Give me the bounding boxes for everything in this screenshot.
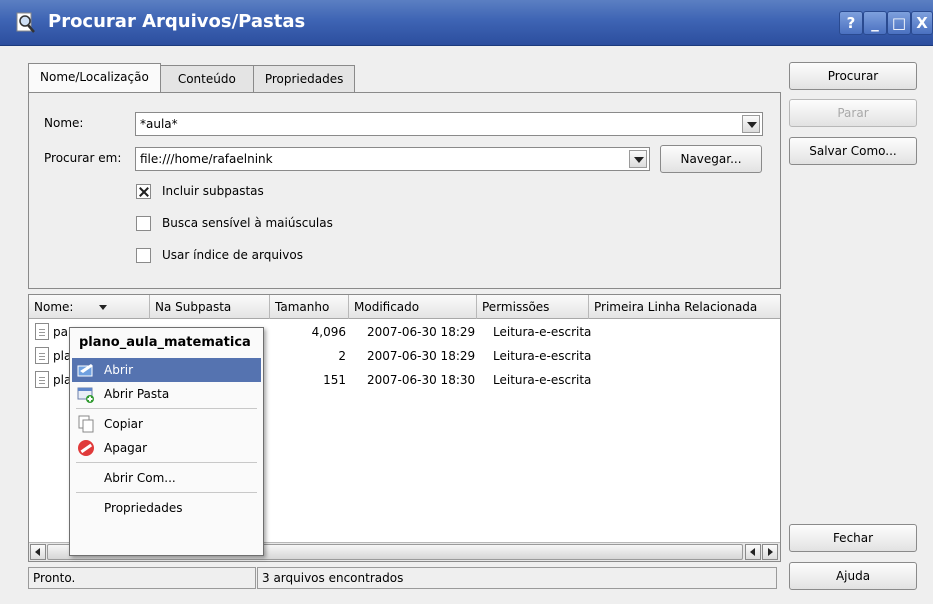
file-icon — [35, 347, 49, 364]
file-icon — [35, 323, 49, 340]
name-location-panel: Nome: *aula* Procurar em: file:///home/r… — [28, 92, 781, 289]
row-size: 2 — [338, 349, 346, 363]
column-header-name[interactable]: Nome: — [29, 295, 150, 319]
results-count: 3 arquivos encontrados — [257, 567, 777, 589]
name-combobox[interactable]: *aula* — [135, 112, 763, 136]
menu-item-open-folder[interactable]: Abrir Pasta — [72, 382, 261, 406]
copy-icon — [78, 415, 94, 433]
help-titlebar-button[interactable]: ? — [839, 11, 863, 35]
context-menu: plano_aula_matematica Abrir Abrir Pasta … — [69, 327, 264, 556]
browse-button[interactable]: Navegar... — [660, 145, 762, 173]
row-permissions: Leitura-e-escrita — [493, 349, 592, 363]
search-in-combobox[interactable]: file:///home/rafaelnink — [135, 147, 650, 171]
window-title: Procurar Arquivos/Pastas — [48, 11, 306, 32]
arrow-left-icon — [35, 548, 40, 556]
save-as-button[interactable]: Salvar Como... — [789, 137, 917, 165]
close-button[interactable]: Fechar — [789, 524, 917, 552]
delete-icon — [78, 440, 94, 456]
include-subfolders-checkbox[interactable] — [136, 184, 151, 199]
tab-name-location[interactable]: Nome/Localização — [28, 63, 161, 93]
scroll-left-button-2[interactable] — [745, 544, 761, 560]
status-text: Pronto. — [28, 567, 256, 589]
tab-content[interactable]: Conteúdo — [159, 65, 254, 93]
row-size: 151 — [323, 373, 346, 387]
menu-separator — [76, 462, 257, 463]
search-in-value: file:///home/rafaelnink — [140, 152, 273, 166]
find-files-window: Procurar Arquivos/Pastas ? _ □ X Nome/Lo… — [0, 0, 933, 604]
menu-separator — [76, 492, 257, 493]
open-icon — [77, 364, 93, 377]
context-menu-title: plano_aula_matematica — [79, 335, 251, 350]
column-header-modified[interactable]: Modificado — [349, 295, 477, 319]
name-value: *aula* — [140, 117, 178, 131]
tab-bar: Nome/Localização Conteúdo Propriedades — [28, 63, 356, 93]
arrow-left-icon — [750, 548, 755, 556]
arrow-right-icon — [768, 548, 773, 556]
menu-item-properties[interactable]: Propriedades — [72, 496, 261, 520]
row-permissions: Leitura-e-escrita — [493, 325, 592, 339]
include-subfolders-label: Incluir subpastas — [162, 184, 264, 198]
menu-item-delete[interactable]: Apagar — [72, 436, 261, 460]
tab-properties[interactable]: Propriedades — [252, 65, 356, 93]
use-file-index-checkbox[interactable] — [136, 248, 151, 263]
search-button[interactable]: Procurar — [789, 62, 917, 90]
name-label: Nome: — [44, 116, 84, 130]
row-modified: 2007-06-30 18:29 — [367, 325, 476, 339]
folder-add-icon — [77, 387, 94, 403]
scroll-left-button[interactable] — [30, 544, 46, 560]
row-permissions: Leitura-e-escrita — [493, 373, 592, 387]
use-file-index-label: Usar índice de arquivos — [162, 248, 303, 262]
row-name: pa — [53, 325, 68, 339]
row-size: 4,096 — [311, 325, 346, 339]
menu-item-copy[interactable]: Copiar — [72, 412, 261, 436]
column-header-permissions[interactable]: Permissões — [477, 295, 589, 319]
menu-item-open-with[interactable]: Abrir Com... — [72, 466, 261, 490]
magnifier-icon — [16, 12, 35, 33]
column-header-first-line[interactable]: Primeira Linha Relacionada — [589, 295, 780, 319]
stop-button: Parar — [789, 99, 917, 127]
chevron-down-icon[interactable] — [629, 150, 647, 168]
case-sensitive-checkbox[interactable] — [136, 216, 151, 231]
case-sensitive-label: Busca sensível à maiúsculas — [162, 216, 333, 230]
help-button[interactable]: Ajuda — [789, 562, 917, 590]
search-in-label: Procurar em: — [44, 151, 122, 165]
column-header-subfolder[interactable]: Na Subpasta — [150, 295, 270, 319]
row-modified: 2007-06-30 18:29 — [367, 349, 476, 363]
title-bar[interactable]: Procurar Arquivos/Pastas ? _ □ X — [0, 0, 933, 46]
menu-item-open[interactable]: Abrir — [72, 358, 261, 382]
close-window-button[interactable]: X — [911, 11, 933, 35]
results-header: Nome: Na Subpasta Tamanho Modificado Per… — [29, 295, 780, 319]
maximize-button[interactable]: □ — [887, 11, 911, 35]
chevron-down-icon[interactable] — [742, 115, 760, 133]
column-header-size[interactable]: Tamanho — [270, 295, 349, 319]
file-icon — [35, 371, 49, 388]
minimize-button[interactable]: _ — [863, 11, 887, 35]
menu-separator — [76, 408, 257, 409]
sort-down-icon — [99, 305, 107, 310]
scroll-right-button[interactable] — [762, 544, 778, 560]
row-modified: 2007-06-30 18:30 — [367, 373, 476, 387]
